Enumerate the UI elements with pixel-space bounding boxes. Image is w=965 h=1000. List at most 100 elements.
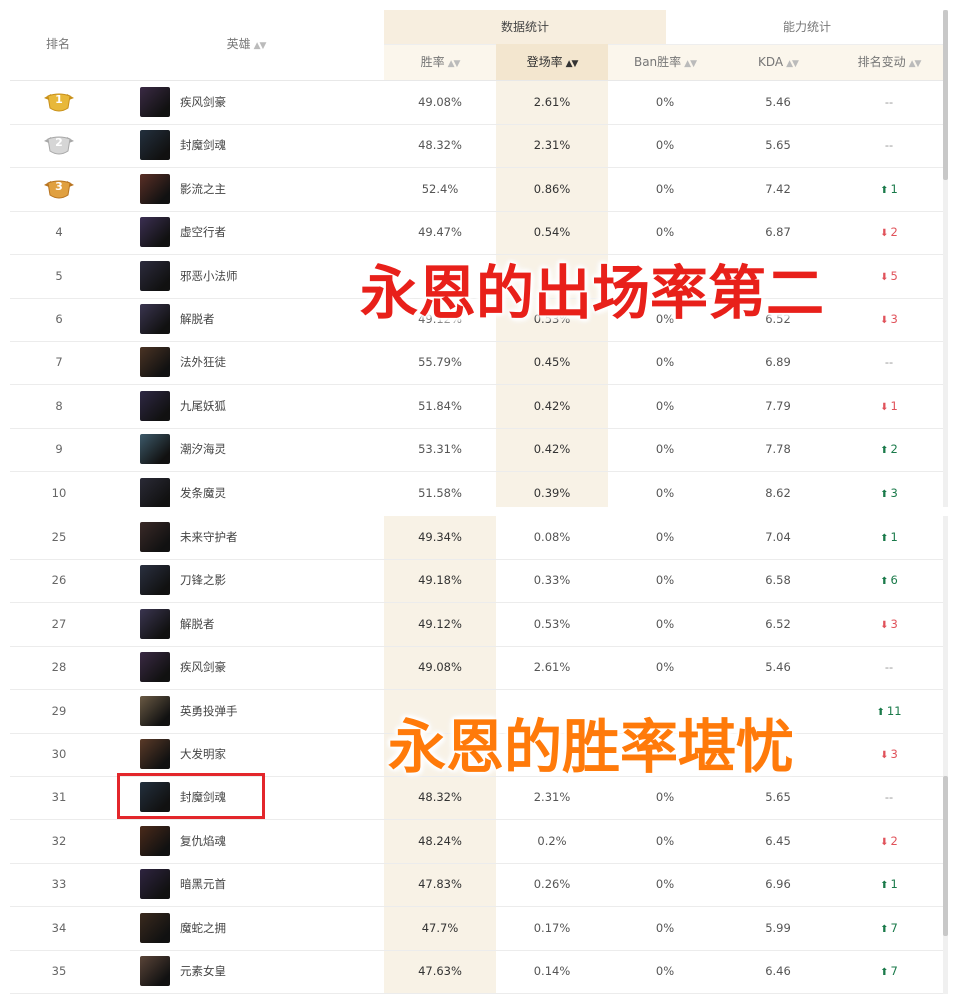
hero-name[interactable]: 魔蛇之拥 — [180, 907, 226, 950]
hero-name[interactable]: 解脱者 — [180, 603, 215, 646]
rank-number: 29 — [51, 703, 67, 718]
hero-avatar[interactable] — [140, 608, 170, 639]
rank-number: 8 — [55, 398, 63, 413]
header-win[interactable]: 胜率 ▲▼ — [384, 44, 496, 80]
rank-number: 28 — [51, 660, 67, 675]
table-row[interactable]: 28 疾风剑豪 49.08% 2.61% 0% 5.46 -- — [10, 646, 943, 691]
hero-name[interactable]: 邪恶小法师 — [180, 255, 238, 298]
cell-kda: 7.04 — [765, 530, 791, 544]
rank-number: 31 — [51, 790, 67, 805]
table-row[interactable]: 34 魔蛇之拥 47.7% 0.17% 0% 5.99 ⬆ 7 — [10, 907, 943, 951]
sort-icon[interactable]: ▲▼ — [909, 59, 922, 69]
table-row[interactable]: 25 未来守护者 49.34% 0.08% 0% 7.04 ⬆ 1 — [10, 516, 943, 560]
sort-icon[interactable]: ▲▼ — [786, 59, 799, 69]
hero-name[interactable]: 元素女皇 — [180, 950, 226, 993]
table-row[interactable]: 35 元素女皇 47.63% 0.14% 0% 6.46 ⬆ 7 — [10, 950, 943, 994]
cell-change: ⬇ 3 — [834, 733, 944, 776]
hero-avatar[interactable] — [140, 869, 170, 900]
hero-avatar[interactable] — [140, 130, 170, 161]
table-row[interactable]: 27 解脱者 49.12% 0.53% 0% 6.52 ⬇ 3 — [10, 603, 943, 647]
hero-name[interactable]: 暗黑元首 — [180, 863, 226, 906]
hero-avatar[interactable] — [140, 739, 170, 769]
header-change[interactable]: 排名变动 ▲▼ — [834, 44, 944, 80]
cell-kda: 5.65 — [765, 790, 791, 805]
hero-name[interactable]: 疾风剑豪 — [180, 646, 226, 689]
hero-avatar[interactable] — [140, 565, 170, 596]
hero-avatar[interactable] — [140, 956, 170, 986]
sort-icon[interactable]: ▲▼ — [448, 59, 461, 69]
hero-avatar[interactable] — [140, 434, 170, 465]
hero-avatar[interactable] — [140, 217, 170, 248]
arrow-down-icon: ⬇ — [880, 836, 889, 848]
sort-icon[interactable]: ▲▼ — [684, 59, 697, 69]
table-row[interactable]: 8 九尾妖狐 51.84% 0.42% 0% 7.79 ⬇ 1 — [10, 385, 943, 429]
table-row[interactable]: 5 邪恶小法师 ⬇ 5 — [10, 255, 943, 299]
hero-avatar[interactable] — [140, 652, 170, 683]
scrollbar-thumb[interactable] — [943, 776, 948, 936]
header-group-data[interactable]: 数据统计 — [384, 10, 666, 44]
rank-medal-number: 1 — [55, 93, 63, 106]
hero-avatar[interactable] — [140, 522, 170, 552]
table-row[interactable]: 32 复仇焰魂 48.24% 0.2% 0% 6.45 ⬇ 2 — [10, 820, 943, 864]
table-row[interactable]: 4 虚空行者 49.47% 0.54% 0% 6.87 ⬇ 2 — [10, 211, 943, 256]
hero-avatar[interactable] — [140, 173, 170, 204]
table-row[interactable]: 6 解脱者 49.12% 0.53% 0% 6.52 ⬇ 3 — [10, 298, 943, 342]
hero-avatar[interactable] — [140, 390, 170, 421]
cell-ban: 0% — [655, 616, 675, 631]
scrollbar-thumb[interactable] — [943, 10, 948, 180]
cell-pick: 0.53% — [533, 312, 571, 326]
hero-avatar[interactable] — [140, 477, 170, 507]
header-group-ability[interactable]: 能力统计 — [666, 10, 948, 44]
hero-avatar[interactable] — [140, 825, 170, 856]
header-kda[interactable]: KDA ▲▼ — [722, 44, 834, 80]
table-row[interactable]: 9 潮汐海灵 53.31% 0.42% 0% 7.78 ⬆ 2 — [10, 428, 943, 473]
hero-name[interactable]: 九尾妖狐 — [180, 385, 226, 428]
hero-name[interactable]: 复仇焰魂 — [180, 820, 226, 863]
rank-number: 30 — [51, 747, 67, 761]
table-row[interactable]: 29 英勇投弹手 ⬆ 11 — [10, 690, 943, 734]
table-row[interactable]: 26 刀锋之影 49.18% 0.33% 0% 6.58 ⬆ 6 — [10, 559, 943, 604]
cell-change: -- — [834, 81, 944, 124]
header-hero[interactable]: 英雄 ▲▼ — [136, 26, 356, 62]
header-ban[interactable]: Ban胜率 ▲▼ — [608, 44, 722, 80]
table-row[interactable]: 7 法外狂徒 55.79% 0.45% 0% 6.89 -- — [10, 341, 943, 386]
hero-name[interactable]: 大发明家 — [180, 733, 226, 776]
hero-avatar[interactable] — [140, 695, 170, 726]
scrollbar-track[interactable] — [943, 10, 948, 507]
hero-avatar[interactable] — [140, 87, 170, 117]
table-row[interactable]: 3 影流之主 52.4% 0.86% 0% 7.42 ⬆ 1 — [10, 168, 943, 212]
hero-name[interactable]: 虚空行者 — [180, 211, 226, 254]
hero-name[interactable]: 法外狂徒 — [180, 341, 226, 384]
hero-name[interactable]: 影流之主 — [180, 168, 226, 211]
scrollbar-track[interactable] — [943, 516, 948, 994]
table-row[interactable]: 33 暗黑元首 47.83% 0.26% 0% 6.96 ⬆ 1 — [10, 863, 944, 908]
hero-name[interactable]: 疾风剑豪 — [180, 81, 226, 124]
header-pick[interactable]: 登场率 ▲▼ — [496, 44, 608, 80]
hero-name[interactable]: 潮汐海灵 — [180, 428, 226, 471]
hero-avatar[interactable] — [140, 347, 170, 378]
table-row[interactable]: 30 大发明家 ⬇ 3 — [10, 733, 943, 777]
sort-desc-icon[interactable]: ▲▼ — [566, 59, 579, 69]
hero-avatar[interactable] — [140, 912, 170, 943]
rank-change-value: -- — [884, 790, 894, 805]
hero-name[interactable]: 发条魔灵 — [180, 472, 226, 507]
rank-number: 4 — [55, 225, 63, 240]
header-rank: 排名 — [45, 37, 70, 51]
hero-name[interactable]: 封魔剑魂 — [180, 124, 226, 167]
hero-name[interactable]: 解脱者 — [180, 298, 215, 341]
hero-name[interactable]: 未来守护者 — [180, 516, 238, 559]
cell-change: ⬆ 1 — [834, 863, 944, 906]
hero-avatar[interactable] — [140, 260, 170, 291]
table-row[interactable]: 10 发条魔灵 51.58% 0.39% 0% 8.62 ⬆ 3 — [10, 472, 943, 507]
table-row[interactable]: 1 疾风剑豪 49.08% 2.61% 0% 5.46 -- — [10, 81, 943, 125]
cell-win: 48.32% — [418, 138, 462, 153]
cell-change: ⬆ 1 — [834, 168, 944, 211]
table-row[interactable]: 2 封魔剑魂 48.32% 2.31% 0% 5.65 -- — [10, 124, 943, 169]
rank-number: 7 — [55, 355, 63, 370]
cell-win: 48.24% — [418, 833, 462, 848]
sort-icon[interactable]: ▲▼ — [254, 41, 267, 51]
hero-name[interactable]: 英勇投弹手 — [180, 690, 238, 733]
hero-name[interactable]: 刀锋之影 — [180, 559, 226, 602]
hero-avatar[interactable] — [140, 304, 170, 334]
cell-win: 49.12% — [418, 616, 462, 631]
